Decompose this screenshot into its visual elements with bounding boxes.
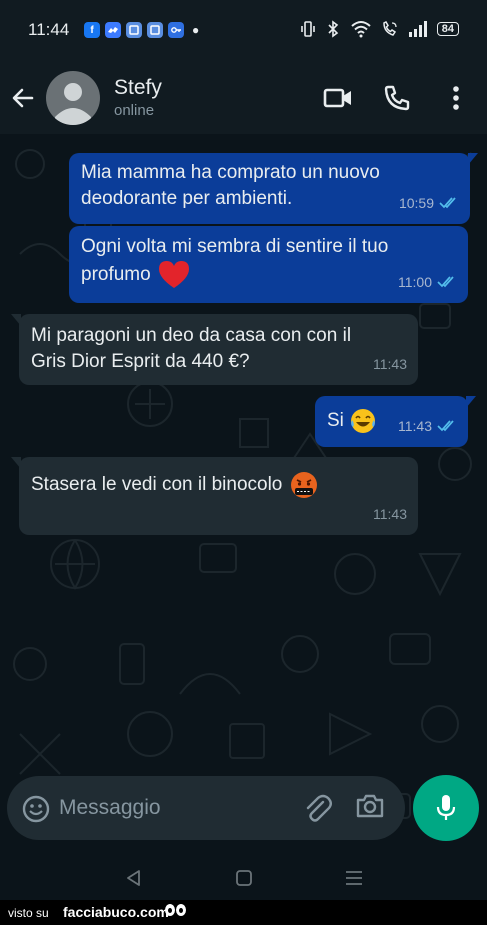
message-meta: 11:43 [373, 501, 407, 527]
message-meta: 11:43 [398, 413, 457, 439]
camera-button[interactable] [355, 792, 385, 824]
chat-area[interactable]: Mia mamma ha comprato un nuovo deodorant… [0, 134, 487, 854]
notification-icons: f ● [84, 22, 199, 38]
message-input[interactable] [59, 792, 289, 824]
message-bubble-incoming[interactable]: Mi paragoni un deo da casa con con il Gr… [11, 314, 418, 385]
status-time: 11:44 [28, 20, 70, 39]
back-triangle-icon [127, 870, 140, 886]
nav-back-button[interactable] [122, 868, 146, 888]
message-bubble-outgoing[interactable]: Si 11:43 [315, 396, 476, 447]
message-text-row: Stasera le vedi con il binocolo [19, 457, 418, 500]
system-icons: 84 [300, 20, 459, 38]
video-call-icon [323, 88, 351, 108]
tears-of-joy-emoji [350, 409, 375, 433]
message-time: 11:43 [373, 356, 407, 372]
double-check-icon [437, 420, 454, 432]
status-bar: 11:44 f ● 84 [0, 0, 487, 62]
avatar[interactable] [46, 71, 100, 125]
eyes-logo-icon [165, 904, 186, 916]
bubble-tail [466, 396, 476, 408]
mic-icon [436, 795, 456, 820]
voice-call-button[interactable] [381, 82, 413, 114]
recents-menu-icon [346, 871, 362, 885]
avatar-icon [55, 83, 91, 125]
video-call-button[interactable] [322, 82, 354, 114]
message-composer [7, 776, 405, 840]
message-text-line: profumo [81, 264, 151, 285]
message-text-line: Stasera le vedi con il binocolo [31, 474, 283, 495]
message-text-line: Gris Dior Esprit da 440 €? [31, 351, 250, 372]
bubble-tail [11, 314, 21, 326]
chat-header: Stefy online [0, 62, 487, 134]
contact-status: online [114, 102, 155, 119]
message-meta: 11:43 [373, 351, 407, 377]
red-heart-emoji [158, 261, 189, 288]
contact-name[interactable]: Stefy [114, 76, 162, 100]
nav-recents-button[interactable] [342, 868, 366, 888]
facebook-icon: f [84, 22, 100, 38]
message-text-line: Mi paragoni un deo da casa con con il [31, 325, 352, 346]
battery-indicator: 84 [436, 22, 459, 36]
wifi-icon [351, 21, 371, 38]
message-bubble-incoming[interactable]: Stasera le vedi con il binocolo 11:43 [11, 457, 418, 535]
more-vert-icon [453, 86, 459, 110]
emoji-icon [22, 795, 50, 823]
message-meta: 10:59 [399, 190, 459, 216]
back-button[interactable] [8, 80, 38, 116]
message-time: 10:59 [398, 195, 434, 211]
more-options-button[interactable] [440, 82, 472, 114]
message-time: 11:43 [398, 418, 432, 434]
key-icon [168, 22, 184, 38]
message-bubble-outgoing[interactable]: Mia mamma ha comprato un nuovo deodorant… [69, 153, 478, 224]
nav-home-button[interactable] [232, 868, 256, 888]
message-meta: 11:00 [398, 269, 457, 295]
camera-icon [356, 794, 384, 818]
message-time: 11:43 [373, 506, 407, 522]
attach-button[interactable] [303, 792, 333, 824]
more-notifications-dot: ● [192, 23, 200, 37]
back-arrow-icon [12, 88, 34, 108]
voice-message-button[interactable] [413, 775, 479, 841]
app-icon [126, 22, 142, 38]
bubble-tail [11, 457, 21, 469]
system-nav-bar [0, 854, 487, 900]
watermark-prefix: visto su [8, 906, 49, 920]
app-icon [147, 22, 163, 38]
message-time: 11:00 [398, 274, 432, 290]
phone-call-icon [384, 85, 410, 111]
message-text-line: Si [327, 410, 344, 431]
wifi-calling-icon [382, 21, 397, 36]
home-square-icon [236, 870, 252, 886]
double-check-icon [439, 197, 456, 209]
eye-icon [176, 904, 186, 916]
attach-icon [306, 794, 332, 822]
double-check-icon [437, 276, 454, 288]
message-text-line: Ogni volta mi sembra di sentire il tuo [81, 236, 389, 257]
message-text-line: Mia mamma ha comprato un nuovo [81, 162, 380, 183]
message-bubble-outgoing[interactable]: Ogni volta mi sembra di sentire il tuo p… [69, 226, 468, 303]
watermark-site: facciabuco.com [63, 904, 169, 920]
eye-icon [165, 904, 175, 916]
vibrate-icon [300, 21, 315, 37]
cursing-face-emoji [291, 472, 318, 498]
signal-icon [408, 21, 427, 37]
bluetooth-icon [328, 20, 338, 38]
messenger-icon [105, 22, 121, 38]
emoji-button[interactable] [21, 794, 51, 824]
bubble-tail [468, 153, 478, 165]
watermark-bar: visto su facciabuco.com [0, 900, 487, 925]
